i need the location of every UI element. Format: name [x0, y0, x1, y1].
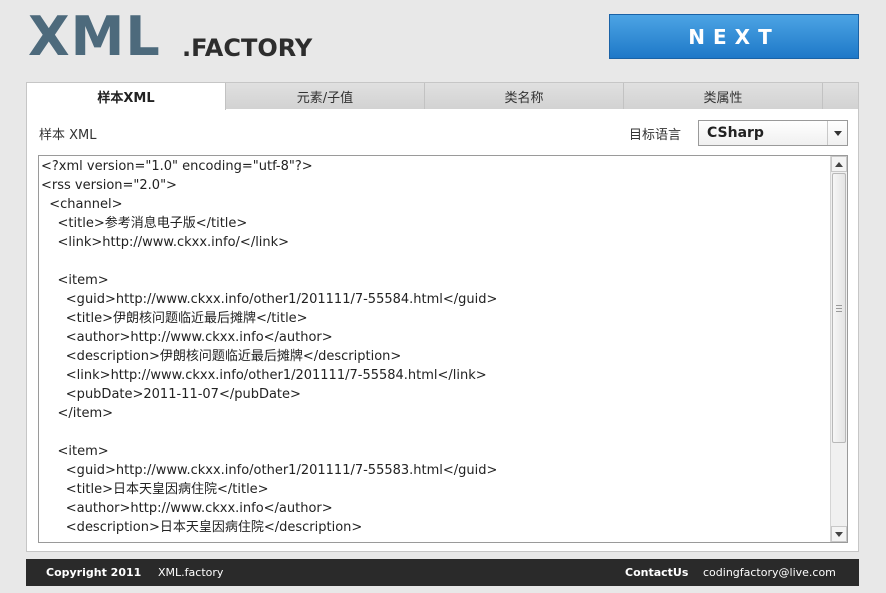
sample-xml-editor[interactable]: <?xml version="1.0" encoding="utf-8"?> <… [38, 155, 848, 543]
code-line: <guid>http://www.ckxx.info/other1/201111… [41, 292, 498, 307]
arrow-up-icon [835, 161, 843, 167]
tab-bar: 样本XML 元素/子值 类名称 类属性 [27, 83, 858, 110]
chevron-down-icon [833, 130, 842, 136]
footer-copyright: Copyright 2011 [46, 566, 142, 579]
tab-elements[interactable]: 元素/子值 [226, 83, 425, 109]
code-line: <item> [41, 273, 109, 288]
code-line: <author>http://www.ckxx.info</author> [41, 501, 333, 516]
code-line: <title>日本天皇因病住院</title> [41, 482, 269, 497]
code-line: <link>http://www.ckxx.info/</link> [41, 235, 290, 250]
code-line: <?xml version="1.0" encoding="utf-8"?> [41, 159, 313, 174]
code-line: <guid>http://www.ckxx.info/other1/201111… [41, 463, 498, 478]
tab-class-properties[interactable]: 类属性 [624, 83, 823, 109]
logo: XML .FACTORY [28, 5, 348, 68]
code-line: <item> [41, 444, 109, 459]
code-line: <description>日本天皇因病住院</description> [41, 520, 363, 535]
logo-factory: .FACTORY [182, 34, 313, 62]
code-line: <link>http://www.ckxx.info/other1/201111… [41, 368, 487, 383]
target-language-value: CSharp [707, 125, 764, 141]
target-language-select[interactable]: CSharp [698, 120, 848, 146]
next-button[interactable]: NEXT [609, 14, 859, 59]
code-line: <title>参考消息电子版</title> [41, 216, 248, 231]
footer: Copyright 2011 XML.factory ContactUs cod… [26, 559, 859, 586]
scroll-down-button[interactable] [831, 526, 847, 542]
main-panel: 样本XML 元素/子值 类名称 类属性 样本 XML 目标语言 CSharp <… [26, 82, 859, 552]
scroll-up-button[interactable] [831, 156, 847, 172]
code-line: <author>http://www.ckxx.info</author> [41, 330, 333, 345]
code-line: <title>伊朗核问题临近最后摊牌</title> [41, 311, 308, 326]
tab-class-names[interactable]: 类名称 [425, 83, 624, 109]
grip-icon [836, 304, 842, 312]
footer-brand: XML.factory [158, 566, 224, 579]
sample-xml-label: 样本 XML [39, 128, 97, 143]
code-line: <description>伊朗核问题临近最后摊牌</description> [41, 349, 402, 364]
contact-us-link[interactable]: ContactUs [625, 566, 688, 579]
vertical-scrollbar[interactable] [830, 156, 847, 542]
code-line: <channel> [41, 197, 123, 212]
tab-sample-xml[interactable]: 样本XML [27, 83, 226, 110]
tab-bar-filler [823, 83, 858, 109]
dropdown-button[interactable] [827, 121, 847, 145]
code-line: <rss version="2.0"> [41, 178, 177, 193]
target-language-label: 目标语言 [629, 128, 682, 143]
arrow-down-icon [835, 531, 843, 537]
logo-xml: XML [28, 5, 161, 68]
contact-email-link[interactable]: codingfactory@live.com [703, 566, 836, 579]
code-line: <pubDate>2011-11-07</pubDate> [41, 387, 301, 402]
scroll-thumb[interactable] [832, 173, 846, 443]
code-lines: <?xml version="1.0" encoding="utf-8"?> <… [41, 157, 829, 537]
code-line: </item> [41, 406, 114, 421]
